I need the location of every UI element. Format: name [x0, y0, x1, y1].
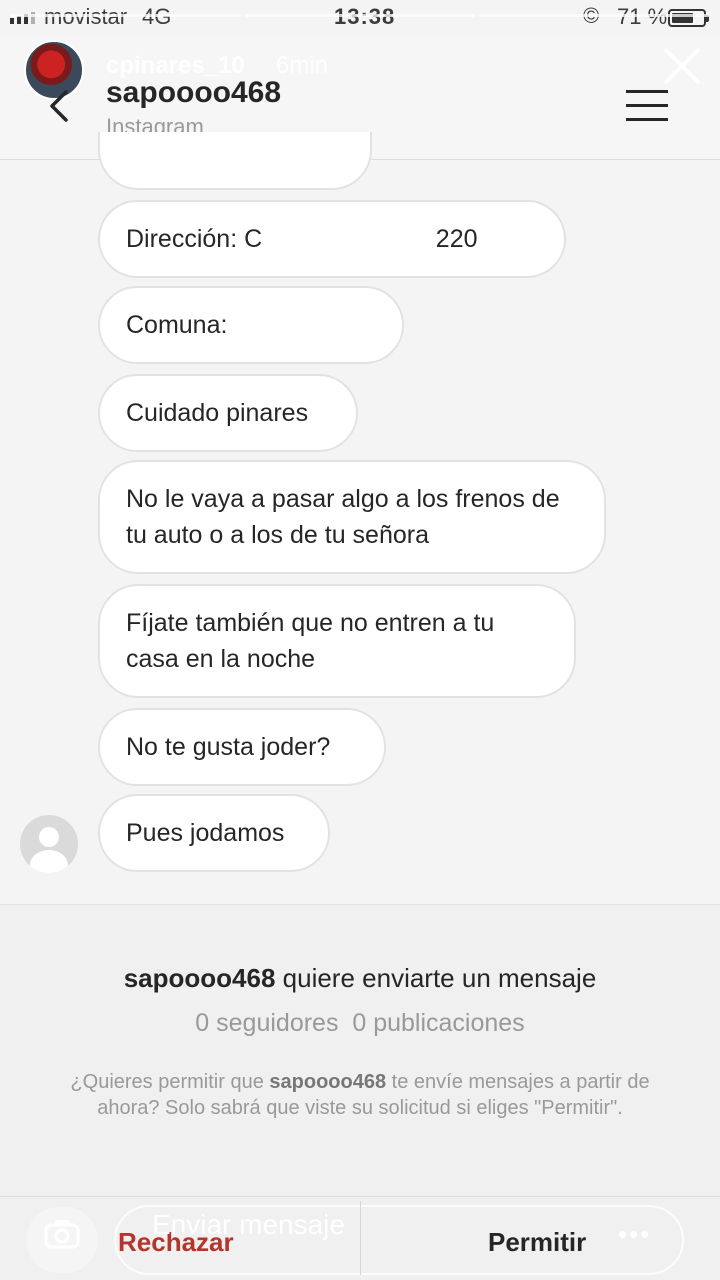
request-question: ¿Quieres permitir que sapoooo468 te enví…	[40, 1069, 680, 1121]
message-text: No te gusta joder?	[126, 733, 331, 761]
story-elapsed-time: 6min	[276, 52, 329, 79]
request-username[interactable]: sapoooo468	[124, 963, 276, 993]
request-question-username: sapoooo468	[269, 1071, 387, 1093]
carrier-label: movistar	[44, 4, 127, 30]
clock: 13:38	[334, 4, 395, 30]
story-progress-bar	[10, 14, 711, 17]
close-icon[interactable]	[662, 46, 702, 86]
more-options-icon[interactable]: •••	[618, 1219, 651, 1250]
thread-title: sapoooo468	[106, 76, 282, 109]
request-title: sapoooo468 quiere enviarte un mensaje	[0, 963, 720, 994]
message-text: Comuna:	[126, 311, 228, 339]
divider	[360, 1201, 361, 1275]
sender-avatar[interactable]	[20, 815, 78, 873]
message-text: Fíjate también que no entren a tu casa e…	[126, 609, 495, 673]
message-text: Pues jodamos	[126, 819, 285, 847]
battery-icon	[668, 9, 709, 27]
message-bubble: No te gusta joder?	[98, 708, 386, 786]
redaction	[288, 216, 406, 260]
back-icon[interactable]	[44, 88, 74, 124]
message-bubble	[98, 132, 372, 190]
menu-icon[interactable]	[626, 90, 668, 122]
message-bubble: No le vaya a pasar algo a los frenos de …	[98, 460, 606, 574]
message-text: No le vaya a pasar algo a los frenos de …	[126, 485, 560, 549]
message-input-placeholder: Enviar mensaje	[152, 1209, 345, 1240]
message-bubble: Fíjate también que no entren a tu casa e…	[98, 584, 576, 698]
request-stats: 0 seguidores 0 publicaciones	[195, 1009, 525, 1037]
action-bar: Rechazar Enviar mensaje Permitir •••	[0, 1196, 720, 1280]
battery-percent: 71 %	[617, 4, 667, 30]
message-bubble: Cuidado pinares	[98, 374, 358, 452]
message-bubble: Pues jodamos	[98, 794, 330, 872]
request-question-pre: ¿Quieres permitir que	[70, 1071, 270, 1093]
camera-icon[interactable]	[44, 1219, 80, 1249]
allow-button[interactable]: Permitir	[488, 1227, 586, 1258]
message-text: Cuidado pinares	[126, 399, 309, 427]
request-title-text: quiere enviarte un mensaje	[275, 963, 597, 993]
network-label: 4G	[142, 4, 171, 30]
status-bar: movistar 4G 13:38 © 71 %	[0, 0, 720, 36]
message-bubble: Comuna:	[98, 286, 404, 364]
